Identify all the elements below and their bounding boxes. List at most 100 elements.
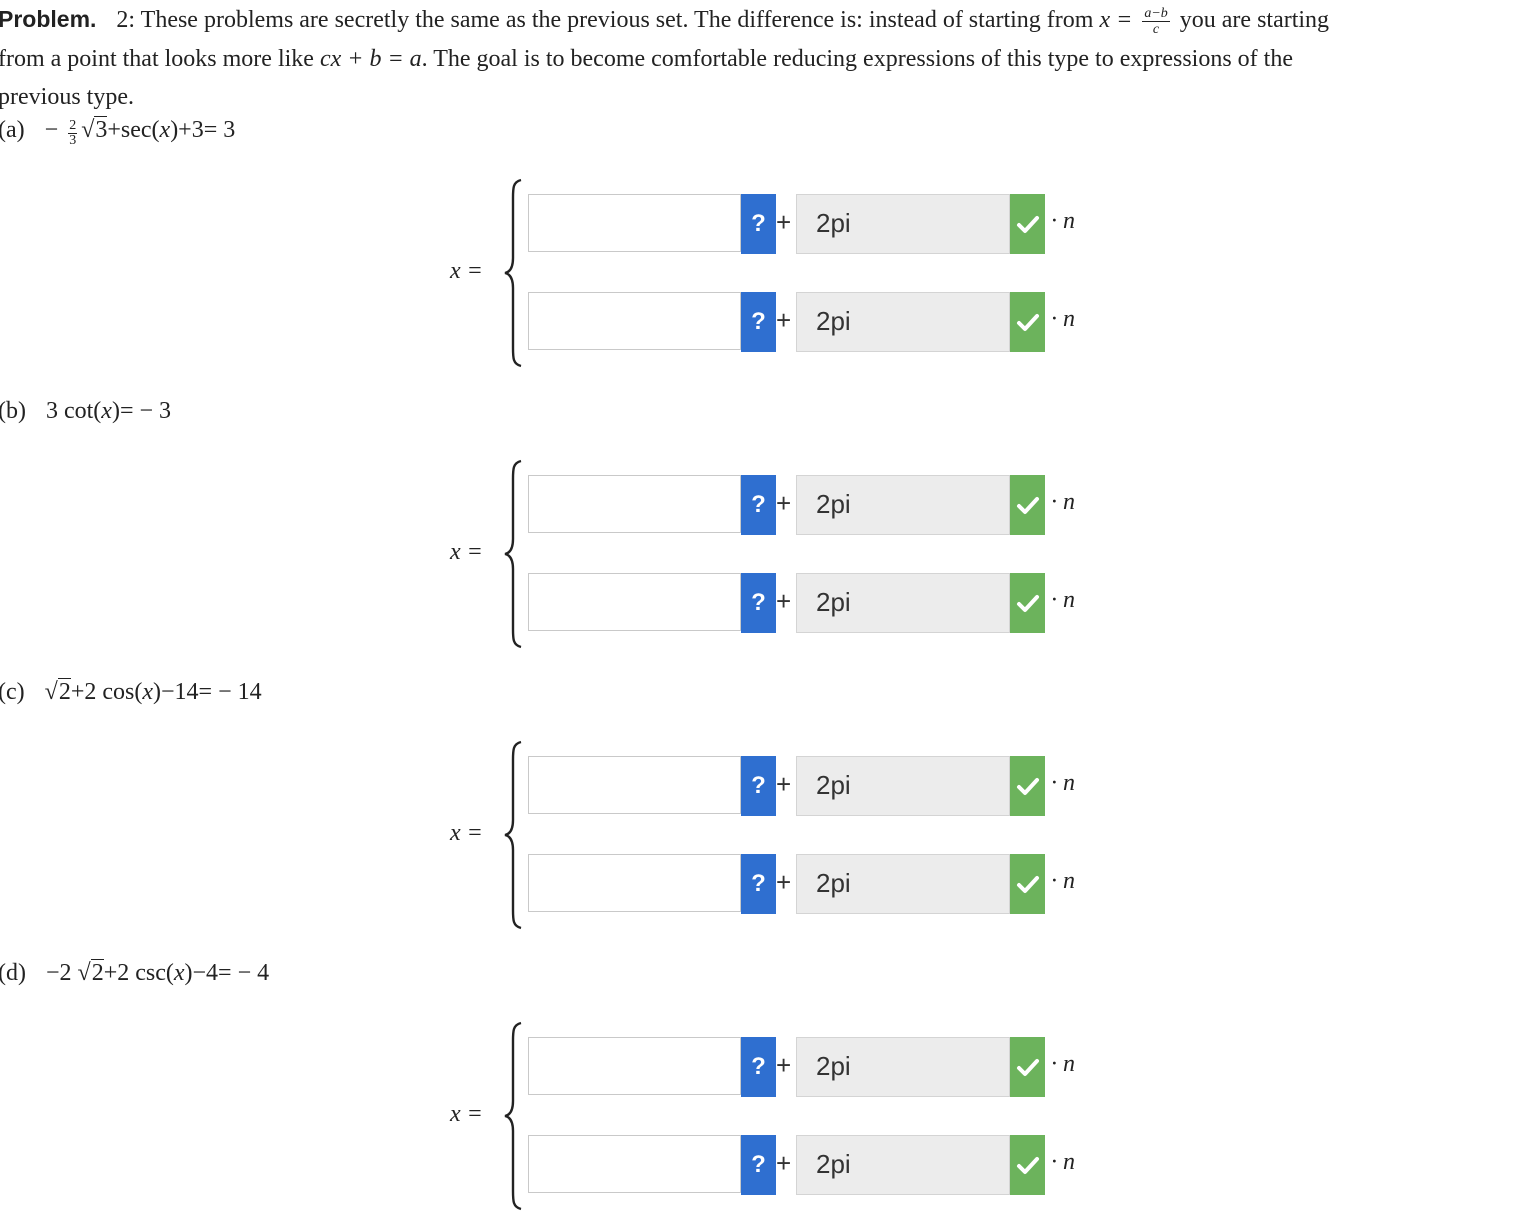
correct-badge bbox=[1010, 292, 1045, 352]
answer-row-b-1: ? +2pi · n bbox=[528, 475, 1088, 535]
intro-text-b: you are starting bbox=[1179, 7, 1330, 33]
problem-number: 2 bbox=[116, 7, 129, 33]
intro-formula-lhs: x = bbox=[1099, 7, 1133, 33]
answer-input-d-1[interactable] bbox=[528, 1037, 741, 1095]
help-button[interactable]: ? bbox=[741, 194, 776, 254]
answer-input-c-2[interactable] bbox=[528, 854, 741, 912]
plus-sign: + bbox=[776, 207, 792, 237]
help-button[interactable]: ? bbox=[741, 1037, 776, 1097]
times-n-label: · n bbox=[1051, 1051, 1075, 1077]
plus-sign: + bbox=[776, 586, 792, 616]
correct-badge bbox=[1010, 1037, 1045, 1097]
problem-a-sqrt: √3 bbox=[81, 116, 108, 143]
problem-b: (b) 3 cot(x)= − 3 bbox=[0, 398, 171, 425]
x-equals-label-a: x = bbox=[450, 258, 483, 284]
times-n-label: · n bbox=[1051, 868, 1075, 894]
problem-a-rest-a: +sec( bbox=[107, 117, 160, 143]
x-equals-label-d: x = bbox=[450, 1101, 483, 1127]
answer-input-c-1[interactable] bbox=[528, 756, 741, 814]
checkmark-icon bbox=[1016, 876, 1039, 893]
problem-b-var: x bbox=[101, 398, 112, 424]
intro-line2-formula: cx + b = a bbox=[319, 45, 422, 72]
correct-badge bbox=[1010, 475, 1045, 535]
times-n-label: · n bbox=[1051, 306, 1075, 332]
problem-c-label: (c) bbox=[0, 679, 25, 705]
plus-sign: + bbox=[776, 305, 792, 335]
answer-input-a-1[interactable] bbox=[528, 194, 741, 252]
plus-sign: + bbox=[776, 488, 792, 518]
correct-badge bbox=[1010, 194, 1045, 254]
answer-input-b-2[interactable] bbox=[528, 573, 741, 631]
left-brace-b bbox=[504, 459, 522, 649]
answer-input-d-2[interactable] bbox=[528, 1135, 741, 1193]
times-n-label: · n bbox=[1051, 208, 1075, 234]
problem-a-fraction-den: 3 bbox=[69, 133, 77, 148]
problem-c-var: x bbox=[142, 679, 153, 705]
checkmark-icon bbox=[1016, 216, 1039, 233]
problem-intro: Problem. 2: These problems are secretly … bbox=[0, 0, 1513, 117]
checkmark-icon bbox=[1016, 497, 1039, 514]
help-button[interactable]: ? bbox=[741, 573, 776, 633]
problem-a: (a) − 2 3 √3+sec(x)+3= 3 bbox=[0, 116, 236, 148]
period-coefficient-field: 2pi bbox=[796, 854, 1010, 914]
correct-badge bbox=[1010, 756, 1045, 816]
plus-sign: + bbox=[776, 1050, 792, 1080]
period-coefficient-field: 2pi bbox=[796, 1135, 1010, 1195]
help-button[interactable]: ? bbox=[741, 1135, 776, 1195]
problem-d-sqrt: √2 bbox=[77, 959, 104, 986]
problem-d-rest-a: +2 csc( bbox=[103, 960, 174, 986]
period-coefficient-field: 2pi bbox=[796, 573, 1010, 633]
period-coefficient-field: 2pi bbox=[796, 292, 1010, 352]
intro-line2-a: from a point that looks more like bbox=[0, 45, 314, 72]
x-equals-label-c: x = bbox=[450, 820, 483, 846]
checkmark-icon bbox=[1016, 1059, 1039, 1076]
checkmark-icon bbox=[1016, 595, 1039, 612]
plus-sign: + bbox=[776, 867, 792, 897]
correct-badge bbox=[1010, 1135, 1045, 1195]
intro-fraction-denominator: c bbox=[1152, 22, 1160, 38]
answer-row-d-1: ? +2pi · n bbox=[528, 1037, 1088, 1097]
problem-b-post: )= − 3 bbox=[111, 398, 172, 424]
problem-d-radicand: 2 bbox=[90, 959, 104, 986]
intro-fraction-numerator: a−b bbox=[1142, 6, 1170, 23]
problem-c: (c) √2+2 cos(x)−14= − 14 bbox=[0, 678, 262, 706]
times-n-label: · n bbox=[1051, 489, 1075, 515]
problem-d-var: x bbox=[173, 960, 185, 986]
intro-fraction: a−b c bbox=[1142, 6, 1170, 38]
problem-a-rest-b: )+3= 3 bbox=[170, 117, 236, 143]
correct-badge bbox=[1010, 573, 1045, 633]
help-button[interactable]: ? bbox=[741, 292, 776, 352]
problem-b-pre: 3 cot( bbox=[45, 398, 102, 424]
help-button[interactable]: ? bbox=[741, 854, 776, 914]
problem-c-radicand: 2 bbox=[57, 678, 71, 705]
help-button[interactable]: ? bbox=[741, 475, 776, 535]
problem-d-label: (d) bbox=[0, 960, 26, 986]
answer-row-a-1: ? +2pi · n bbox=[528, 194, 1088, 254]
left-brace-a bbox=[504, 178, 522, 368]
problem-c-rest-b: )−14= − 14 bbox=[153, 679, 262, 705]
problem-a-sign: − bbox=[44, 117, 59, 143]
answer-row-b-2: ? +2pi · n bbox=[528, 573, 1088, 633]
left-brace-d bbox=[504, 1021, 522, 1211]
period-coefficient-field: 2pi bbox=[796, 756, 1010, 816]
checkmark-icon bbox=[1016, 314, 1039, 331]
left-brace-c bbox=[504, 740, 522, 930]
problem-a-label: (a) bbox=[0, 117, 25, 143]
intro-line-1: Problem. 2: These problems are secretly … bbox=[0, 0, 1513, 40]
plus-sign: + bbox=[776, 769, 792, 799]
plus-sign: + bbox=[776, 1148, 792, 1178]
problem-a-radicand: 3 bbox=[94, 116, 108, 143]
times-n-label: · n bbox=[1051, 587, 1075, 613]
problem-c-rest-a: +2 cos( bbox=[70, 679, 143, 705]
answer-input-b-1[interactable] bbox=[528, 475, 741, 533]
answer-row-c-2: ? +2pi · n bbox=[528, 854, 1088, 914]
x-equals-label-b: x = bbox=[450, 539, 483, 565]
checkmark-icon bbox=[1016, 1157, 1039, 1174]
answer-input-a-2[interactable] bbox=[528, 292, 741, 350]
answer-row-c-1: ? +2pi · n bbox=[528, 756, 1088, 816]
correct-badge bbox=[1010, 854, 1045, 914]
problem-a-fraction-num: 2 bbox=[68, 118, 78, 134]
problem-d-rest-b: )−4= − 4 bbox=[184, 960, 270, 986]
help-button[interactable]: ? bbox=[741, 756, 776, 816]
problem-label: Problem. bbox=[0, 6, 97, 32]
